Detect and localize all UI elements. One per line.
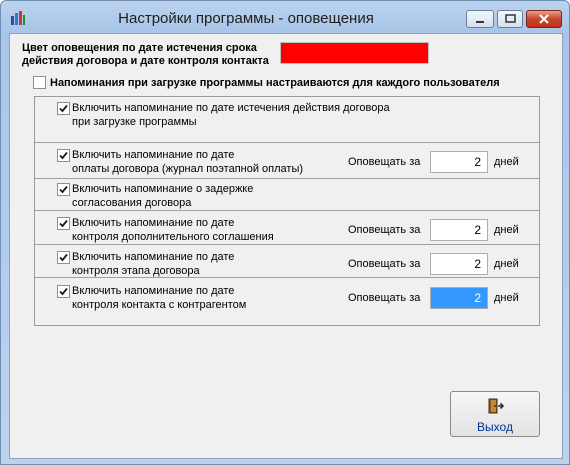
notify-label: Оповещать за: [348, 156, 421, 168]
checkmark-icon: [59, 151, 68, 160]
minimize-button[interactable]: [466, 10, 494, 28]
item-checkbox-counterparty-contact[interactable]: [57, 285, 70, 298]
divider: [35, 277, 539, 278]
item-checkbox-contract-expiry[interactable]: [57, 102, 70, 115]
divider: [35, 244, 539, 245]
days-unit: дней: [494, 292, 519, 304]
color-label-line2: действия договора и датe контроля контак…: [22, 55, 269, 67]
checkmark-icon: [59, 287, 68, 296]
window-title: Настройки программы - оповещения: [118, 10, 374, 27]
days-input-payment[interactable]: 2: [430, 151, 488, 173]
item-label-line2: контроля дополнительного соглашения: [72, 231, 274, 243]
item-label-line2: контроля этапа договора: [72, 265, 200, 277]
item-checkbox-approval-delay[interactable]: [57, 183, 70, 196]
item-label-line1: Включить напоминание по дате: [72, 251, 235, 263]
divider: [35, 178, 539, 179]
client-area: Цвет оповещения по дате истечения срока …: [9, 33, 563, 459]
days-unit: дней: [494, 156, 519, 168]
notify-label: Оповещать за: [348, 224, 421, 236]
item-label-line1: Включить напоминание по дате истечения д…: [72, 102, 390, 114]
exit-button[interactable]: Выход: [450, 391, 540, 437]
divider: [35, 210, 539, 211]
exit-button-label: Выход: [477, 420, 513, 434]
checkmark-icon: [59, 253, 68, 262]
close-button[interactable]: [526, 10, 562, 28]
notify-label: Оповещать за: [348, 258, 421, 270]
item-label-line2: при загрузке программы: [72, 116, 197, 128]
checkmark-icon: [59, 185, 68, 194]
divider: [35, 142, 539, 143]
checkmark-icon: [59, 104, 68, 113]
item-checkbox-contract-stage[interactable]: [57, 251, 70, 264]
notification-color-swatch[interactable]: [280, 42, 429, 64]
per-user-label: Напоминания при загрузке программы настр…: [50, 77, 500, 89]
item-label-line1: Включить напоминание по дате: [72, 149, 235, 161]
title-bar[interactable]: Настройки программы - оповещения: [1, 1, 569, 33]
settings-window: Настройки программы - оповещения Цвет оп…: [0, 0, 570, 465]
days-input-supplementary-agreement[interactable]: 2: [430, 219, 488, 241]
minimize-icon: [476, 21, 484, 23]
days-unit: дней: [494, 224, 519, 236]
item-label-line1: Включить напоминание по дате: [72, 285, 235, 297]
checkmark-icon: [59, 219, 68, 228]
exit-door-icon: [488, 398, 505, 414]
item-label-line2: контроля контакта с контрагентом: [72, 299, 247, 311]
maximize-button[interactable]: [497, 10, 523, 28]
days-unit: дней: [494, 258, 519, 270]
per-user-checkbox[interactable]: [33, 76, 46, 89]
days-input-counterparty-contact[interactable]: 2: [430, 287, 488, 309]
close-icon: [539, 14, 549, 24]
item-label-line1: Включить напоминание о задержке: [72, 183, 254, 195]
maximize-icon: [505, 14, 516, 23]
color-label-line1: Цвет оповещения по дате истечения срока: [22, 42, 257, 54]
item-checkbox-payment[interactable]: [57, 149, 70, 162]
item-checkbox-supplementary-agreement[interactable]: [57, 217, 70, 230]
item-label-line2: согласования договора: [72, 197, 192, 209]
item-label-line2: оплаты договора (журнал поэтапной оплаты…: [72, 163, 304, 175]
item-label-line1: Включить напоминание по дате: [72, 217, 235, 229]
days-input-contract-stage[interactable]: 2: [430, 253, 488, 275]
notify-label: Оповещать за: [348, 292, 421, 304]
